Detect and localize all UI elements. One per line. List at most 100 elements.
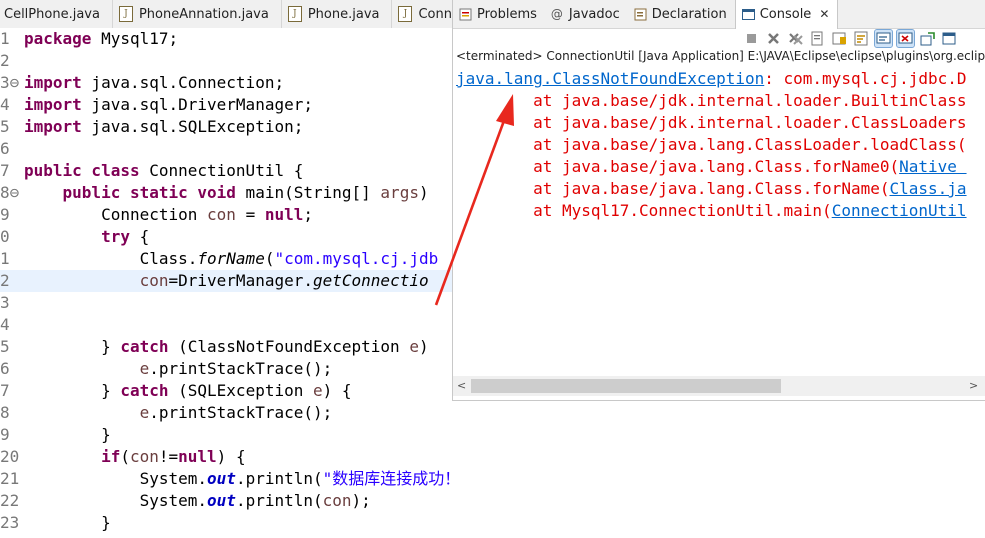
- code-token: Class.: [24, 249, 198, 268]
- code-line[interactable]: 3: [0, 292, 452, 314]
- code-line[interactable]: 20 if(con!=null) {: [0, 446, 452, 468]
- editor-tab-label: CellPhone.java: [4, 6, 100, 22]
- code-line[interactable]: 3⊖ import java.sql.Connection;: [0, 72, 452, 94]
- tab-console[interactable]: Console ✕: [734, 0, 839, 29]
- code-token: {: [129, 227, 150, 246]
- console-icon: [741, 8, 755, 21]
- console-line: at Mysql17.ConnectionUtil.main(Connectio…: [456, 200, 967, 222]
- show-on-error-icon[interactable]: [896, 28, 915, 48]
- code-line[interactable]: 6 e.printStackTrace();: [0, 358, 452, 380]
- editor-tab[interactable]: CellPhone.java: [0, 0, 113, 28]
- editor-tab-label: Conne: [418, 6, 452, 22]
- code-editor[interactable]: 1 package Mysql17; 2 3⊖ import java.sql.Conn…: [0, 28, 452, 538]
- editor-tab[interactable]: J Phone.java: [282, 0, 393, 28]
- code-token: import: [24, 95, 82, 114]
- remove-all-icon[interactable]: [787, 30, 804, 47]
- code-token: }: [24, 513, 111, 532]
- editor-tab-bar: CellPhone.java J PhoneAnnation.java J Phone.…: [0, 0, 452, 29]
- code-line[interactable]: 2 con=DriverManager.getConnectio: [0, 270, 452, 292]
- code-line[interactable]: 9 }: [0, 424, 452, 446]
- code-token: System.: [24, 491, 208, 510]
- code-line[interactable]: 5 import java.sql.SQLException;: [0, 116, 452, 138]
- line-number: 1: [0, 249, 10, 268]
- code-token: con: [139, 271, 169, 290]
- code-token: try: [101, 227, 130, 246]
- pin-console-icon[interactable]: [919, 30, 936, 47]
- code-text: System.out.println(con);: [24, 490, 371, 512]
- code-token: ): [418, 337, 429, 356]
- tab-problems-label: Problems: [477, 6, 537, 22]
- code-token: }: [24, 381, 121, 400]
- tab-declaration[interactable]: Declaration: [628, 0, 735, 28]
- code-line[interactable]: 2: [0, 50, 452, 72]
- tab-javadoc[interactable]: @ Javadoc: [545, 0, 628, 28]
- line-number: 4: [0, 315, 10, 334]
- code-line[interactable]: }: [0, 534, 452, 538]
- horizontal-scrollbar[interactable]: < >: [453, 376, 985, 396]
- console-text: at java.base/java.lang.Class.forName(: [456, 179, 890, 198]
- code-line[interactable]: 0 try {: [0, 226, 452, 248]
- scrollbar-thumb[interactable]: [471, 379, 781, 393]
- java-file-icon: J: [398, 6, 413, 22]
- code-line[interactable]: 9 Connection con = null;: [0, 204, 452, 226]
- scroll-left-icon[interactable]: <: [457, 379, 466, 392]
- console-text: at java.base/java.lang.Class.forName0(: [456, 157, 900, 176]
- code-text: Connection con = null;: [24, 204, 313, 226]
- line-number: 5: [0, 337, 10, 356]
- code-token: ) {: [322, 381, 352, 400]
- terminate-icon[interactable]: [743, 30, 760, 47]
- code-text: } catch (SQLException e) {: [24, 380, 352, 402]
- close-icon[interactable]: ✕: [819, 7, 829, 21]
- editor-tab[interactable]: J PhoneAnnation.java: [113, 0, 282, 28]
- open-console-icon[interactable]: [941, 30, 958, 47]
- code-line[interactable]: 7 public class ConnectionUtil {: [0, 160, 452, 182]
- line-number: 1: [0, 29, 10, 48]
- show-on-output-icon[interactable]: [874, 28, 893, 48]
- code-token: .println(: [235, 491, 323, 510]
- code-token: if: [101, 447, 121, 466]
- stack-link[interactable]: java.lang.ClassNotFoundException: [456, 69, 764, 88]
- code-line[interactable]: 8⊖ public static void main(String[] args…: [0, 182, 452, 204]
- code-token: Connection: [24, 205, 208, 224]
- scroll-lock-icon[interactable]: [831, 30, 848, 47]
- stack-link[interactable]: Class.ja: [889, 179, 966, 198]
- stack-link[interactable]: ConnectionUtil: [832, 201, 967, 220]
- code-line[interactable]: 7 } catch (SQLException e) {: [0, 380, 452, 402]
- code-line[interactable]: 22 System.out.println(con);: [0, 490, 452, 512]
- code-token: java.sql.Connection;: [81, 73, 285, 92]
- code-token: import: [24, 73, 82, 92]
- code-line[interactable]: 1 Class.forName("com.mysql.cj.jdb: [0, 248, 452, 270]
- terminated-status: <terminated> ConnectionUtil [Java Applic…: [456, 49, 985, 63]
- word-wrap-icon[interactable]: [853, 30, 870, 47]
- line-number: 6: [0, 359, 10, 378]
- code-text: } catch (ClassNotFoundException e): [24, 336, 429, 358]
- code-token: =DriverManager.: [168, 271, 314, 290]
- code-line[interactable]: 21 System.out.println("数据库连接成功！");: [0, 468, 452, 490]
- code-line[interactable]: 1 package Mysql17;: [0, 28, 452, 50]
- code-token: out: [207, 491, 236, 510]
- code-token: .printStackTrace();: [149, 359, 333, 378]
- code-token: .printStackTrace();: [149, 403, 333, 422]
- code-line[interactable]: 4: [0, 314, 452, 336]
- code-line[interactable]: 23 }: [0, 512, 452, 534]
- stack-link[interactable]: Native: [899, 157, 966, 176]
- code-line[interactable]: 6: [0, 138, 452, 160]
- tab-problems[interactable]: Problems: [453, 0, 545, 28]
- editor-tab[interactable]: J Conne: [392, 0, 452, 28]
- clear-console-icon[interactable]: [809, 30, 826, 47]
- code-token: (SQLException: [168, 381, 313, 400]
- remove-launch-icon[interactable]: [765, 30, 782, 47]
- code-text: }: [24, 424, 111, 446]
- code-token: "数据库连接成功！": [322, 469, 452, 488]
- scroll-right-icon[interactable]: >: [969, 379, 978, 392]
- code-line[interactable]: 4 import java.sql.DriverManager;: [0, 94, 452, 116]
- code-token: =: [235, 205, 265, 224]
- line-number: 8: [0, 403, 10, 422]
- code-line[interactable]: 5 } catch (ClassNotFoundException e): [0, 336, 452, 358]
- line-number: 4: [0, 95, 10, 114]
- code-line[interactable]: 8 e.printStackTrace();: [0, 402, 452, 424]
- code-text: import java.sql.DriverManager;: [24, 94, 313, 116]
- line-number: 0: [0, 227, 10, 246]
